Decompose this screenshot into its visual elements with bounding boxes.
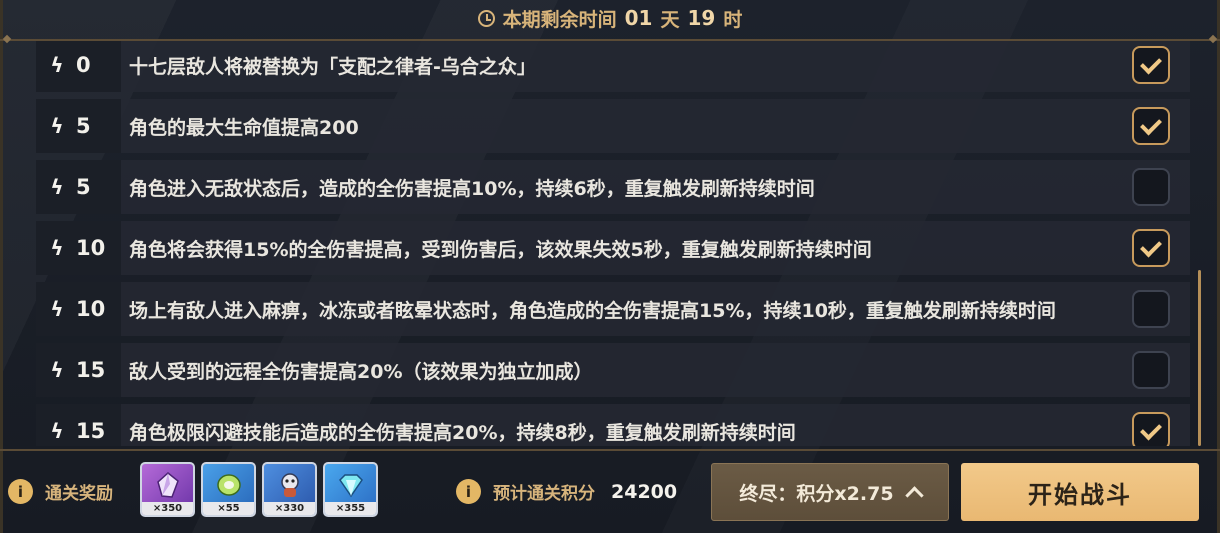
- modifier-checkbox[interactable]: [1132, 46, 1170, 84]
- chip-icon: [217, 474, 241, 496]
- reward-count: ×350: [142, 502, 193, 515]
- cost-cell: ϟ5: [36, 99, 121, 153]
- diamond-icon: [339, 474, 363, 498]
- reward-count: ×355: [325, 502, 376, 515]
- cost-cell: ϟ0: [36, 41, 121, 92]
- cost-cell: ϟ 15: [36, 343, 121, 397]
- modifier-checkbox[interactable]: [1132, 412, 1170, 446]
- remaining-time-header: 本期剩余时间 01 天 19 时: [0, 0, 1220, 36]
- lightning-icon: ϟ: [50, 114, 64, 138]
- hours-unit: 时: [723, 8, 743, 31]
- start-battle-label: 开始战斗: [1028, 480, 1132, 509]
- modifier-description: 角色将会获得15%的全伤害提高，受到伤害后，该效果失效5秒，重复触发刷新持续时间: [121, 221, 1190, 275]
- modifier-description: 场上有敌人进入麻痹，冰冻或者眩晕状态时，角色造成的全伤害提高15%，持续10秒，…: [121, 282, 1190, 336]
- score-label: 预计通关积分: [493, 484, 595, 504]
- scrollbar[interactable]: [1198, 270, 1201, 446]
- modifier-checkbox[interactable]: [1132, 168, 1170, 206]
- remaining-time-label: 本期剩余时间: [502, 8, 617, 31]
- modifier-cost: 15: [76, 419, 106, 443]
- modifier-row[interactable]: ϟ 10 场上有敌人进入麻痹，冰冻或者眩晕状态时，角色造成的全伤害提高15%，持续…: [36, 282, 1190, 336]
- info-icon[interactable]: i: [456, 479, 481, 504]
- modifier-cost: 5: [76, 114, 91, 138]
- modifier-list[interactable]: ϟ0 十七层敌人将被替换为「支配之律者-乌合之众」 ϟ5 角色的最大生命值提高2…: [36, 41, 1190, 446]
- modifier-checkbox[interactable]: [1132, 290, 1170, 328]
- difficulty-label: 终尽：积分x2.75: [739, 482, 894, 505]
- cost-cell: ϟ5: [36, 160, 121, 214]
- modifier-cost: 10: [76, 236, 106, 260]
- reward-count: ×330: [264, 502, 315, 515]
- modifier-description: 十七层敌人将被替换为「支配之律者-乌合之众」: [121, 41, 1190, 92]
- modifier-row[interactable]: ϟ 10 角色将会获得15%的全伤害提高，受到伤害后，该效果失效5秒，重复触发刷新…: [36, 221, 1190, 275]
- frame-left: [0, 0, 3, 533]
- start-battle-button[interactable]: 开始战斗: [961, 463, 1199, 521]
- reward-count: ×55: [203, 502, 254, 515]
- reward-item[interactable]: ×55: [201, 462, 256, 517]
- modifier-cost: 0: [76, 53, 91, 77]
- chevron-up-icon: [904, 485, 924, 505]
- reward-item[interactable]: ×330: [262, 462, 317, 517]
- lightning-icon: ϟ: [50, 358, 64, 382]
- modifier-row[interactable]: ϟ 15 敌人受到的远程全伤害提高20%（该效果为独立加成）: [36, 343, 1190, 397]
- clock-icon: [477, 9, 495, 27]
- reward-item[interactable]: ×350: [140, 462, 195, 517]
- footer-divider: [0, 449, 1220, 451]
- days-unit: 天: [660, 8, 680, 31]
- modifier-row[interactable]: ϟ 15 角色极限闪避技能后造成的全伤害提高20%，持续8秒，重复触发刷新持续时间: [36, 404, 1190, 446]
- crystal-shard-icon: [157, 472, 179, 498]
- rewards-label: 通关奖励: [45, 484, 113, 504]
- lightning-icon: ϟ: [50, 419, 64, 443]
- modifier-cost: 5: [76, 175, 91, 199]
- info-icon[interactable]: i: [8, 479, 33, 504]
- modifier-description: 角色极限闪避技能后造成的全伤害提高20%，持续8秒，重复触发刷新持续时间: [121, 404, 1190, 446]
- modifier-description: 角色的最大生命值提高200: [121, 99, 1190, 153]
- modifier-cost: 15: [76, 358, 106, 382]
- difficulty-button[interactable]: 终尽：积分x2.75: [711, 463, 949, 521]
- lightning-icon: ϟ: [50, 175, 64, 199]
- modifier-checkbox[interactable]: [1132, 229, 1170, 267]
- modifier-cost: 10: [76, 297, 106, 321]
- remaining-hours: 19: [687, 6, 716, 30]
- cost-cell: ϟ 10: [36, 282, 121, 336]
- creature-icon: [281, 473, 299, 497]
- modifier-description: 敌人受到的远程全伤害提高20%（该效果为独立加成）: [121, 343, 1190, 397]
- modifier-row[interactable]: ϟ5 角色进入无敌状态后，造成的全伤害提高10%，持续6秒，重复触发刷新持续时间: [36, 160, 1190, 214]
- modifier-row[interactable]: ϟ5 角色的最大生命值提高200: [36, 99, 1190, 153]
- cost-cell: ϟ 15: [36, 404, 121, 446]
- reward-item[interactable]: ×355: [323, 462, 378, 517]
- lightning-icon: ϟ: [50, 236, 64, 260]
- rewards-label-group: i 通关奖励: [8, 479, 113, 504]
- modifier-checkbox[interactable]: [1132, 351, 1170, 389]
- lightning-icon: ϟ: [50, 53, 64, 77]
- lightning-icon: ϟ: [50, 297, 64, 321]
- score-value: 24200: [611, 480, 678, 503]
- modifier-description: 角色进入无敌状态后，造成的全伤害提高10%，持续6秒，重复触发刷新持续时间: [121, 160, 1190, 214]
- cost-cell: ϟ 10: [36, 221, 121, 275]
- modifier-checkbox[interactable]: [1132, 107, 1170, 145]
- remaining-days: 01: [624, 6, 653, 30]
- estimated-score: i 预计通关积分 24200: [456, 479, 677, 504]
- modifier-row[interactable]: ϟ0 十七层敌人将被替换为「支配之律者-乌合之众」: [36, 41, 1190, 92]
